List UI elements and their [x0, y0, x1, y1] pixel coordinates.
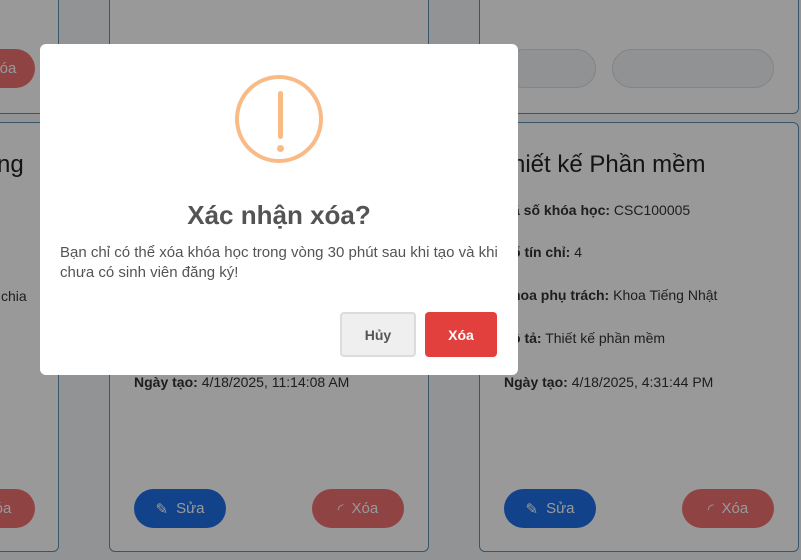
dialog-title: Xác nhận xóa?: [187, 200, 371, 230]
confirm-delete-dialog: Xác nhận xóa? Bạn chỉ có thể xóa khóa họ…: [40, 44, 518, 375]
confirm-delete-button[interactable]: Xóa: [425, 312, 497, 357]
warning-icon: [235, 75, 323, 163]
cancel-button[interactable]: Hủy: [340, 312, 416, 357]
dialog-message: Bạn chỉ có thể xóa khóa học trong vòng 3…: [60, 244, 498, 281]
